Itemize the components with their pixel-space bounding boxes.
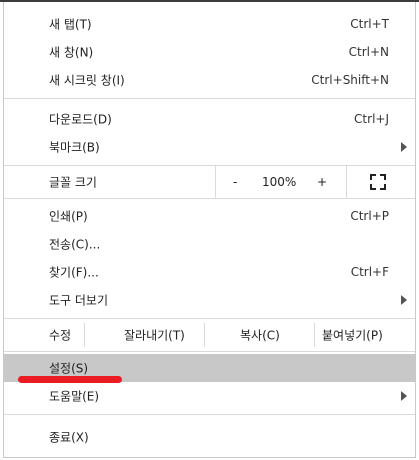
- menu-item-exit[interactable]: 종료(X): [4, 423, 415, 451]
- menu-item-label: 인쇄(P): [49, 209, 88, 224]
- menu-divider: [4, 98, 415, 99]
- copy-button[interactable]: 복사(C): [240, 327, 280, 344]
- menu-item-print[interactable]: 인쇄(P) Ctrl+P: [4, 202, 415, 230]
- menu-item-label: 설정(S): [49, 361, 89, 376]
- menu-item-label: 도움말(E): [49, 389, 100, 404]
- edit-row: 수정 잘라내기(T) 복사(C) 붙여넣기(P): [4, 320, 415, 350]
- chevron-right-icon: [401, 295, 407, 305]
- menu-item-label: 전송(C)...: [49, 237, 101, 252]
- red-annotation-underline: [18, 376, 122, 383]
- edit-divider: [314, 323, 315, 347]
- cut-button[interactable]: 잘라내기(T): [124, 327, 185, 344]
- shortcut-text: Ctrl+N: [348, 45, 389, 59]
- chevron-right-icon: [401, 142, 407, 152]
- shortcut-text: Ctrl+Shift+N: [311, 73, 389, 87]
- zoom-row: 글꼴 크기 - 100% +: [4, 166, 415, 198]
- menu-item-find[interactable]: 찾기(F)... Ctrl+F: [4, 258, 415, 286]
- zoom-label: 글꼴 크기: [49, 175, 97, 190]
- chevron-right-icon: [401, 391, 407, 401]
- fullscreen-icon[interactable]: [370, 174, 386, 190]
- menu-item-bookmarks[interactable]: 북마크(B): [4, 133, 415, 161]
- menu-item-cast[interactable]: 전송(C)...: [4, 230, 415, 258]
- menu-item-label: 다운로드(D): [49, 112, 112, 127]
- menu-divider: [4, 414, 415, 415]
- menu-item-help[interactable]: 도움말(E): [4, 382, 415, 410]
- zoom-divider: [215, 166, 216, 198]
- menu-item-label: 찾기(F)...: [49, 265, 99, 280]
- menu-item-new-tab[interactable]: 새 탭(T) Ctrl+T: [4, 10, 415, 38]
- zoom-level: 100%: [262, 175, 297, 189]
- menu-item-more-tools[interactable]: 도구 더보기: [4, 286, 415, 314]
- menu-item-label: 새 창(N): [49, 45, 94, 60]
- zoom-divider: [346, 166, 347, 198]
- shortcut-text: Ctrl+T: [350, 17, 389, 31]
- edit-label: 수정: [49, 328, 72, 343]
- edit-divider: [84, 323, 85, 347]
- menu-item-downloads[interactable]: 다운로드(D) Ctrl+J: [4, 105, 415, 133]
- shortcut-text: Ctrl+P: [350, 209, 389, 223]
- menu-divider: [4, 318, 415, 319]
- menu-item-new-incognito-window[interactable]: 새 시크릿 창(I) Ctrl+Shift+N: [4, 66, 415, 94]
- menu-item-label: 종료(X): [49, 430, 89, 445]
- menu-item-label: 북마크(B): [49, 140, 100, 155]
- menu-item-label: 새 시크릿 창(I): [49, 73, 125, 88]
- menu-item-label: 도구 더보기: [49, 293, 109, 308]
- shortcut-text: Ctrl+F: [350, 265, 389, 279]
- paste-button[interactable]: 붙여넣기(P): [322, 327, 383, 344]
- menu-divider: [4, 198, 415, 199]
- shortcut-text: Ctrl+J: [354, 112, 389, 126]
- menu-item-new-window[interactable]: 새 창(N) Ctrl+N: [4, 38, 415, 66]
- zoom-out-button[interactable]: -: [233, 175, 237, 189]
- zoom-in-button[interactable]: +: [317, 175, 327, 189]
- edit-divider: [204, 323, 205, 347]
- menu-divider: [4, 351, 415, 352]
- menu-item-label: 새 탭(T): [49, 17, 92, 32]
- chrome-menu: 새 탭(T) Ctrl+T 새 창(N) Ctrl+N 새 시크릿 창(I) C…: [3, 2, 416, 458]
